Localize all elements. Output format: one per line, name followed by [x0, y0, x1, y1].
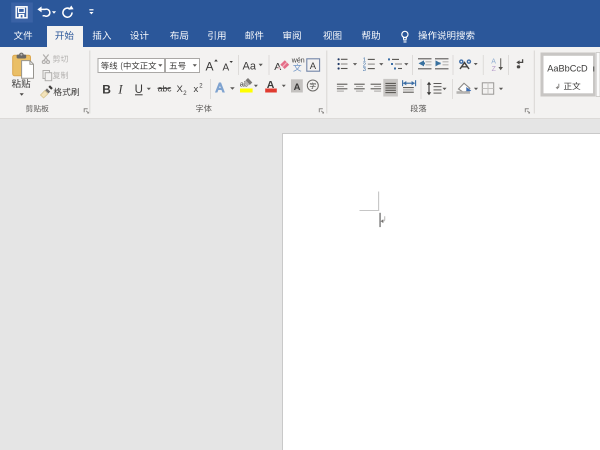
svg-text:Aa: Aa [243, 61, 257, 73]
svg-text:AaBbCcD: AaBbCcD [547, 64, 588, 74]
svg-text:A: A [216, 81, 225, 95]
svg-text:B: B [102, 82, 111, 96]
svg-text:A: A [274, 61, 281, 73]
svg-text:A: A [206, 60, 214, 74]
svg-text:wén: wén [291, 57, 305, 64]
svg-text:A: A [294, 82, 301, 93]
svg-text:2: 2 [183, 91, 187, 97]
svg-text:ı: ı [593, 64, 596, 74]
svg-text:2: 2 [199, 84, 203, 90]
svg-text:I: I [117, 82, 123, 96]
svg-text:A: A [491, 59, 496, 66]
svg-text:Z: Z [492, 66, 497, 73]
svg-text:A: A [223, 62, 230, 73]
svg-text:A: A [310, 61, 317, 72]
svg-text:x: x [194, 84, 199, 95]
svg-text:3: 3 [363, 67, 366, 73]
